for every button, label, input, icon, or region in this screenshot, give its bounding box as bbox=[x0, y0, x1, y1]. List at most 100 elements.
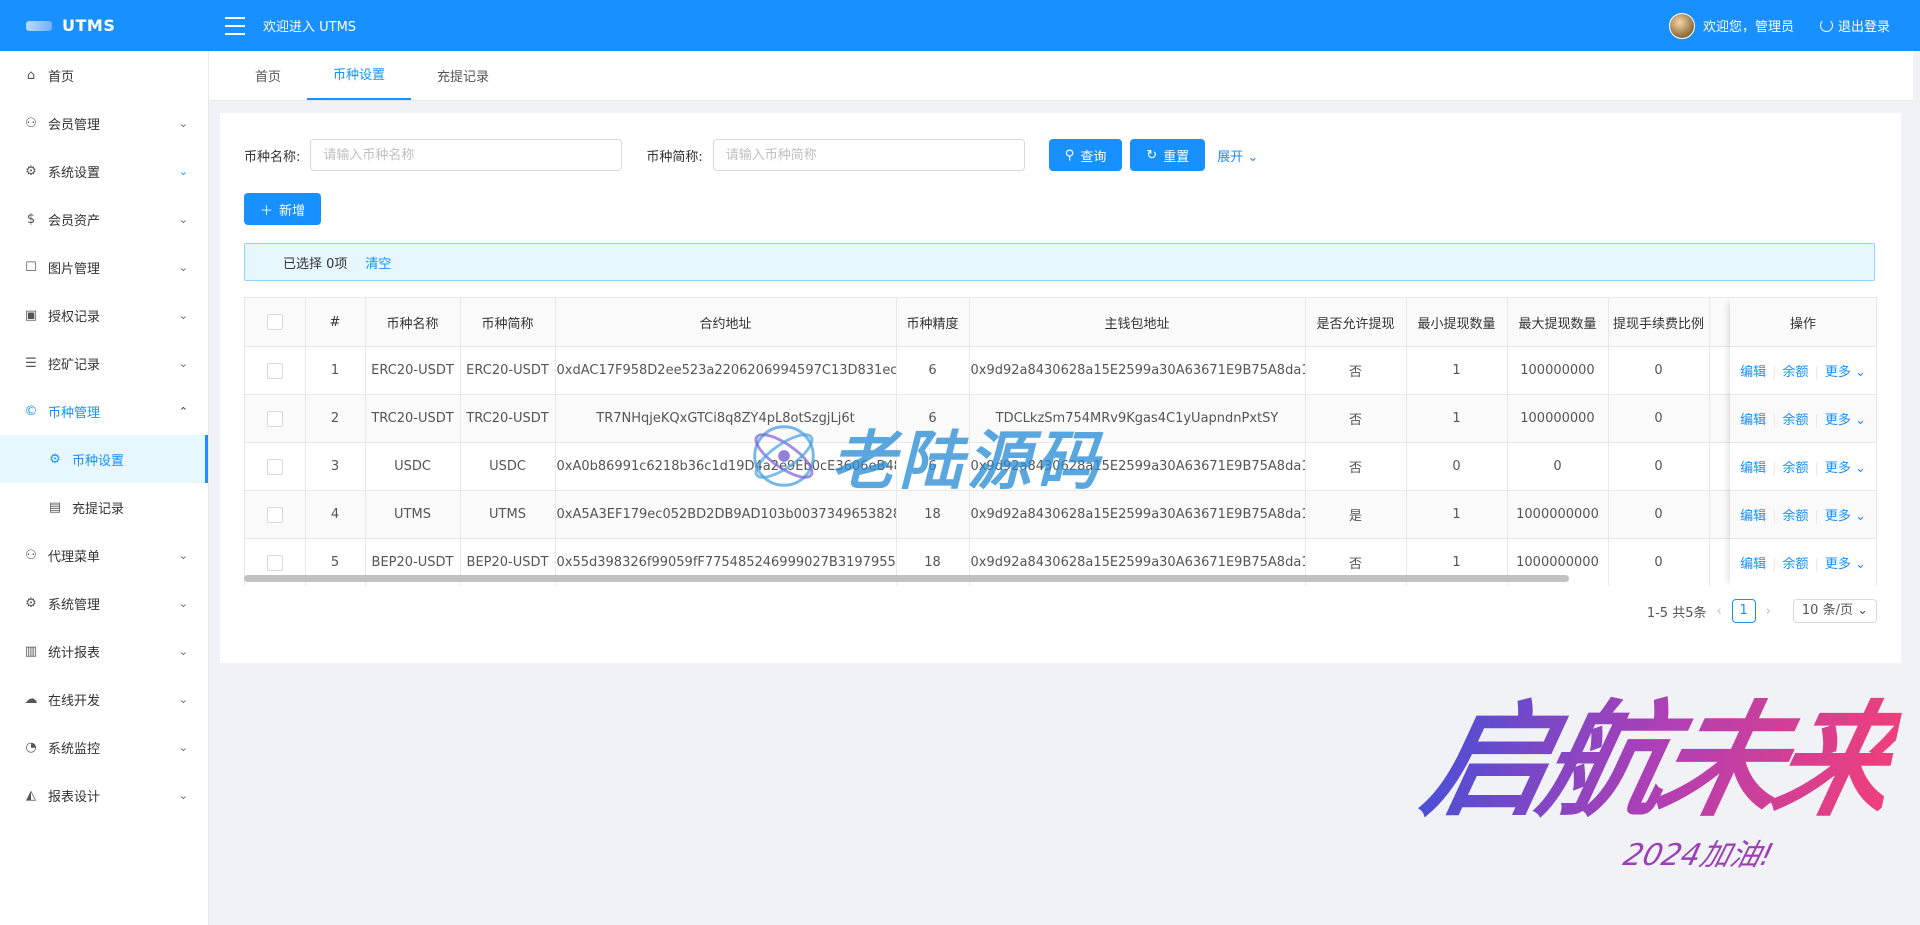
currency-name-input[interactable] bbox=[310, 139, 623, 171]
chevron-down-icon: ⌄ bbox=[178, 548, 188, 562]
balance-link[interactable]: 余额 bbox=[1782, 509, 1808, 524]
sidebar-item-currency-settings[interactable]: ⚙ 币种设置 bbox=[0, 435, 208, 483]
table-cell: 是 bbox=[1305, 490, 1407, 539]
row-select-cell[interactable] bbox=[245, 346, 306, 395]
ops-row: 编辑 | 余额 | 更多 ⌄ bbox=[1730, 394, 1876, 443]
table-row[interactable]: 1 ERC20-USDT ERC20-USDT 0xdAC17F958D2ee523a… bbox=[245, 346, 1876, 395]
table-row[interactable]: 4 UTMS UTMS 0xA5A3EF179ec052BD2DB9AD103b003… bbox=[245, 490, 1876, 539]
chevron-down-icon[interactable]: ⌄ bbox=[1851, 413, 1866, 428]
page-button-current[interactable]: 1 bbox=[1731, 599, 1756, 623]
select-all-cell[interactable] bbox=[245, 298, 306, 347]
edit-link[interactable]: 编辑 bbox=[1740, 461, 1766, 476]
row-select-cell[interactable] bbox=[245, 394, 306, 443]
table-header-row: # 币种名称 币种简称 合约地址 币种精度 主钱包地址 是否允许提现 最小提现数… bbox=[245, 298, 1876, 347]
chevron-left-icon[interactable]: ‹ bbox=[1716, 604, 1721, 619]
table-row[interactable]: 3 USDC USDC 0xA0b86991c6218b36c1d19D4a2e9Eb… bbox=[245, 442, 1876, 491]
currency-table: # 币种名称 币种简称 合约地址 币种精度 主钱包地址 是否允许提现 最小提现数… bbox=[244, 297, 1877, 586]
avatar[interactable] bbox=[1668, 12, 1695, 39]
row-checkbox[interactable] bbox=[266, 458, 283, 475]
menu-toggle-icon[interactable] bbox=[225, 16, 245, 35]
edit-link[interactable]: 编辑 bbox=[1740, 509, 1766, 524]
column-header[interactable]: 提现手续费比例 bbox=[1608, 298, 1710, 347]
column-header[interactable]: 币种简称 bbox=[460, 298, 556, 347]
more-link[interactable]: 更多 bbox=[1825, 509, 1851, 524]
chevron-right-icon[interactable]: › bbox=[1766, 604, 1771, 619]
row-checkbox[interactable] bbox=[266, 554, 283, 571]
logo-icon bbox=[26, 20, 52, 31]
column-header[interactable]: 币种精度 bbox=[896, 298, 970, 347]
row-checkbox[interactable] bbox=[266, 506, 283, 523]
sidebar-item-system-settings[interactable]: ⚙ 系统设置 ⌄ bbox=[0, 147, 208, 195]
column-header: # bbox=[305, 298, 366, 347]
chevron-down-icon: ⌄ bbox=[178, 596, 188, 610]
table-cell: 1 bbox=[1406, 394, 1508, 443]
column-header[interactable]: 合约地址 bbox=[555, 298, 897, 347]
sidebar-item-auth-records[interactable]: ▣ 授权记录 ⌄ bbox=[0, 291, 208, 339]
chevron-down-icon[interactable]: ⌄ bbox=[1851, 557, 1866, 572]
app-logo[interactable]: UTMS bbox=[0, 16, 209, 35]
page-size-select[interactable]: 10 条/页 ⌄ bbox=[1792, 599, 1877, 623]
divider: | bbox=[1772, 557, 1777, 572]
more-link[interactable]: 更多 bbox=[1825, 365, 1851, 380]
more-link[interactable]: 更多 bbox=[1825, 557, 1851, 572]
edit-link[interactable]: 编辑 bbox=[1740, 413, 1766, 428]
query-button[interactable]: ⚲ 查询 bbox=[1048, 139, 1123, 171]
sidebar-item-report-design[interactable]: ◭ 报表设计 ⌄ bbox=[0, 771, 208, 819]
page-tabs: 首页 币种设置 充提记录 bbox=[209, 51, 1913, 101]
sidebar-item-images[interactable]: ☐ 图片管理 ⌄ bbox=[0, 243, 208, 291]
sidebar-item-deposit-records[interactable]: ▤ 充提记录 bbox=[0, 483, 208, 531]
sidebar-item-system-mgmt[interactable]: ⚙ 系统管理 ⌄ bbox=[0, 579, 208, 627]
tab-home[interactable]: 首页 bbox=[229, 56, 307, 100]
edit-link[interactable]: 编辑 bbox=[1740, 365, 1766, 380]
expand-link[interactable]: 展开 ⌄ bbox=[1217, 146, 1258, 165]
currency-abbr-input[interactable] bbox=[712, 139, 1025, 171]
balance-link[interactable]: 余额 bbox=[1782, 557, 1808, 572]
more-link[interactable]: 更多 bbox=[1825, 413, 1851, 428]
sidebar-item-online-dev[interactable]: ☁ 在线开发 ⌄ bbox=[0, 675, 208, 723]
column-header[interactable]: 最大提现数量 bbox=[1507, 298, 1609, 347]
sidebar-item-members[interactable]: ⚇ 会员管理 ⌄ bbox=[0, 99, 208, 147]
column-header[interactable]: 是否允许提现 bbox=[1305, 298, 1407, 347]
sidebar-item-monitor[interactable]: ◔ 系统监控 ⌄ bbox=[0, 723, 208, 771]
more-link[interactable]: 更多 bbox=[1825, 461, 1851, 476]
column-header[interactable]: 主钱包地址 bbox=[969, 298, 1306, 347]
sidebar-item-home[interactable]: ⌂ 首页 bbox=[0, 51, 208, 99]
table-cell: 100000000 bbox=[1507, 394, 1609, 443]
edit-link[interactable]: 编辑 bbox=[1740, 557, 1766, 572]
user-greeting[interactable]: 欢迎您，管理员 bbox=[1703, 16, 1794, 35]
select-all-checkbox[interactable] bbox=[266, 314, 283, 330]
sidebar-item-currency-mgmt[interactable]: © 币种管理 ⌃ bbox=[0, 387, 208, 435]
chevron-down-icon[interactable]: ⌄ bbox=[1851, 509, 1866, 524]
logout-button[interactable]: 退出登录 bbox=[1819, 16, 1890, 35]
clear-selection-link[interactable]: 清空 bbox=[365, 253, 391, 272]
row-checkbox[interactable] bbox=[266, 410, 283, 427]
row-checkbox[interactable] bbox=[266, 362, 283, 379]
reset-button[interactable]: ↻ 重置 bbox=[1130, 139, 1206, 171]
table-row[interactable]: 2 TRC20-USDT TRC20-USDT TR7NHqjeKQxGTCi8q8Z… bbox=[245, 394, 1876, 443]
row-select-cell[interactable] bbox=[245, 442, 306, 491]
column-header[interactable]: 最小提现数量 bbox=[1406, 298, 1508, 347]
chevron-up-icon: ⌃ bbox=[178, 404, 188, 418]
tab-currency-settings[interactable]: 币种设置 bbox=[307, 54, 412, 100]
balance-link[interactable]: 余额 bbox=[1782, 413, 1808, 428]
divider: | bbox=[1814, 509, 1819, 524]
search-form: 币种名称: 币种简称: ⚲ 查询 ↻ 重置 展开 ⌄ bbox=[244, 139, 1258, 171]
sidebar-item-stats[interactable]: ▥ 统计报表 ⌄ bbox=[0, 627, 208, 675]
tab-deposit-records[interactable]: 充提记录 bbox=[411, 56, 515, 100]
balance-link[interactable]: 余额 bbox=[1782, 365, 1808, 380]
ops-row: 编辑 | 余额 | 更多 ⌄ bbox=[1730, 490, 1876, 539]
sidebar-item-agent-menu[interactable]: ⚇ 代理菜单 ⌄ bbox=[0, 531, 208, 579]
column-header[interactable]: 币种名称 bbox=[365, 298, 461, 347]
balance-link[interactable]: 余额 bbox=[1782, 461, 1808, 476]
chevron-down-icon: ⌄ bbox=[178, 644, 188, 658]
chevron-down-icon[interactable]: ⌄ bbox=[1851, 365, 1866, 380]
horizontal-scrollbar[interactable] bbox=[244, 575, 1569, 582]
ops-cell: 编辑 | 余额 | 更多 ⌄ bbox=[1730, 394, 1876, 443]
sidebar-item-member-assets[interactable]: $ 会员资产 ⌄ bbox=[0, 195, 208, 243]
table-cell: 0 bbox=[1608, 394, 1710, 443]
add-button[interactable]: ＋ 新增 bbox=[244, 193, 322, 225]
sidebar-item-mining-records[interactable]: ☰ 挖矿记录 ⌄ bbox=[0, 339, 208, 387]
table-cell: 1 bbox=[1406, 346, 1508, 395]
chevron-down-icon[interactable]: ⌄ bbox=[1851, 461, 1866, 476]
row-select-cell[interactable] bbox=[245, 490, 306, 539]
